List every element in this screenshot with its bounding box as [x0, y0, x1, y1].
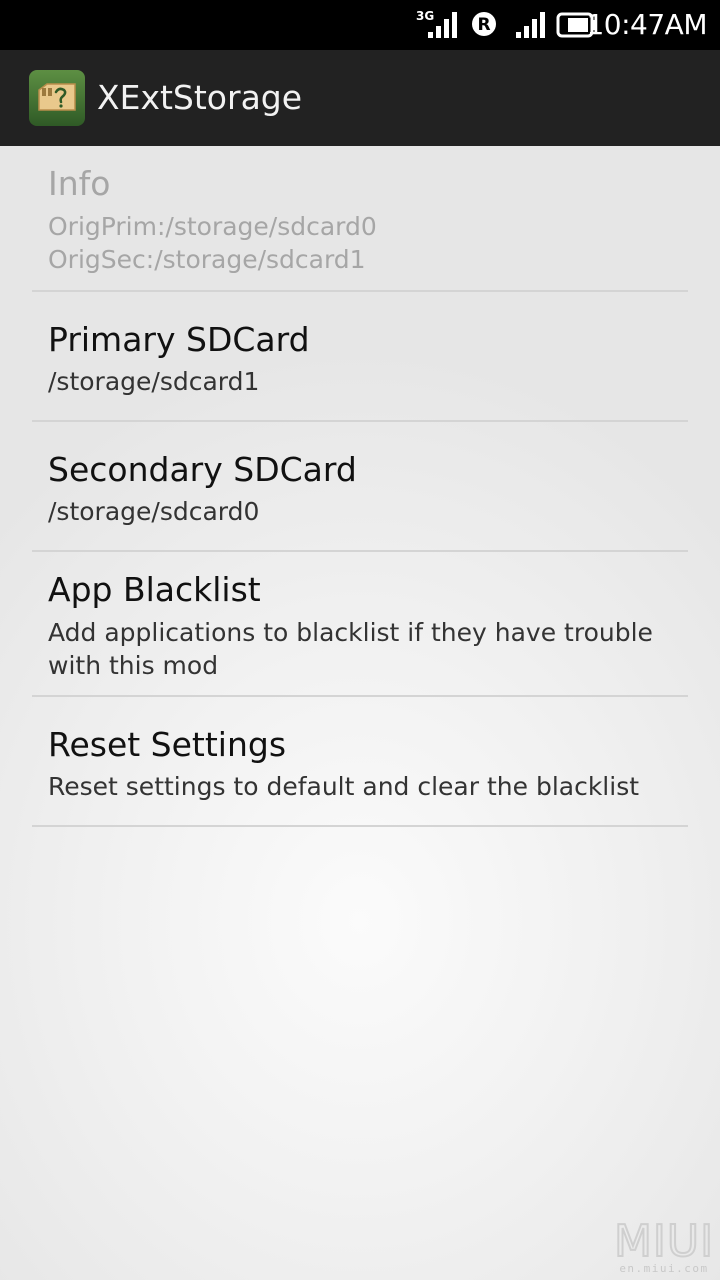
app-title: XExtStorage — [97, 78, 303, 117]
pref-secondary-sdcard-title: Secondary SDCard — [48, 450, 357, 489]
network-type-label: 3G — [416, 9, 434, 23]
pref-primary-sdcard-title: Primary SDCard — [48, 320, 310, 359]
status-bar: 3G R 10:47AM — [0, 0, 720, 50]
watermark-brand: MIUI — [614, 1216, 714, 1267]
pref-info-summary: OrigPrim:/storage/sdcard0 OrigSec:/stora… — [48, 212, 377, 274]
pref-reset-settings-title: Reset Settings — [48, 725, 287, 764]
pref-app-blacklist-title: App Blacklist — [48, 570, 261, 609]
cell-signal-icon — [516, 12, 545, 38]
roaming-icon: R — [472, 12, 496, 36]
clock: 10:47AM — [586, 8, 707, 41]
pref-info: Info OrigPrim:/storage/sdcard0 OrigSec:/… — [32, 146, 688, 292]
pref-info-title: Info — [48, 164, 111, 203]
pref-reset-settings-summary: Reset settings to default and clear the … — [48, 772, 640, 801]
pref-app-blacklist-summary: Add applications to blacklist if they ha… — [48, 618, 653, 680]
miui-watermark: MIUI en.miui.com — [613, 1215, 714, 1275]
pref-primary-sdcard-summary: /storage/sdcard1 — [48, 367, 260, 396]
mobile-data-signal-icon: 3G — [416, 9, 457, 38]
pref-secondary-sdcard-summary: /storage/sdcard0 — [48, 497, 260, 526]
pref-secondary-sdcard[interactable]: Secondary SDCard /storage/sdcard0 — [32, 422, 688, 552]
watermark-site: en.miui.com — [619, 1262, 708, 1275]
sdcard-app-icon[interactable] — [29, 70, 85, 126]
preference-list: Info OrigPrim:/storage/sdcard0 OrigSec:/… — [0, 146, 720, 827]
action-bar: XExtStorage — [0, 50, 720, 146]
pref-app-blacklist[interactable]: App Blacklist Add applications to blackl… — [32, 552, 688, 697]
roaming-label: R — [477, 15, 490, 35]
pref-reset-settings[interactable]: Reset Settings Reset settings to default… — [32, 697, 688, 827]
pref-primary-sdcard[interactable]: Primary SDCard /storage/sdcard1 — [32, 292, 688, 422]
